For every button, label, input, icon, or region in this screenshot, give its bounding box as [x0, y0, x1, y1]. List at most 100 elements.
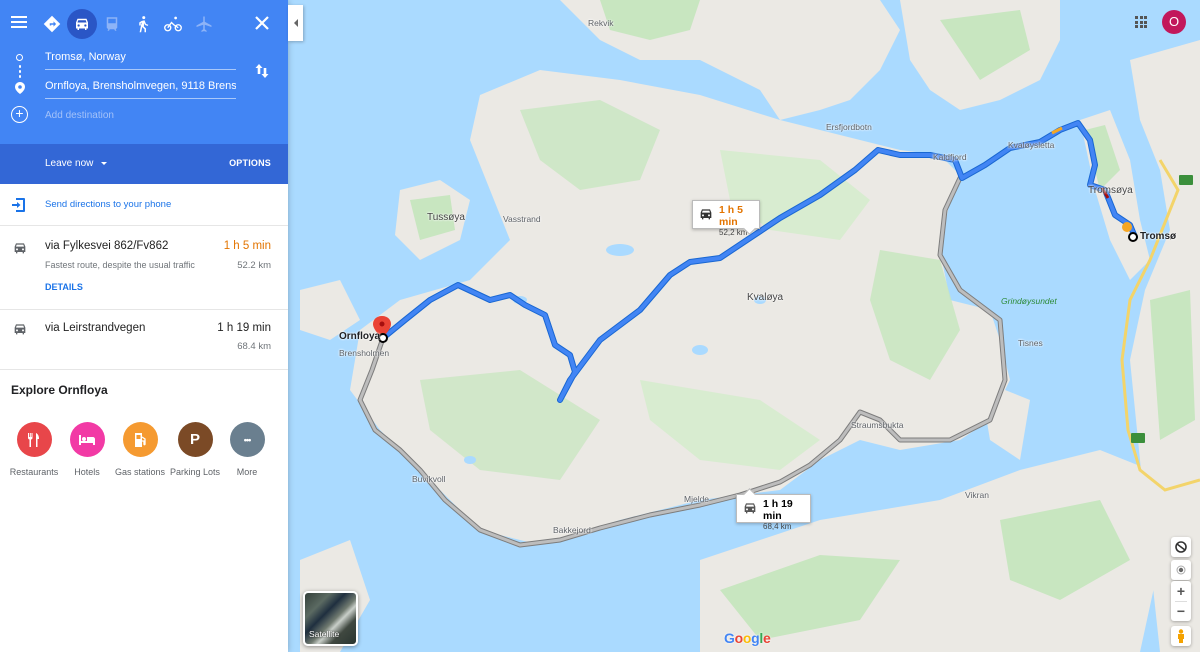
- travel-mode-selector: [0, 9, 288, 39]
- satellite-layer-toggle[interactable]: Satellite: [303, 591, 358, 646]
- route-details-button[interactable]: DETAILS: [45, 282, 83, 292]
- add-destination-button[interactable]: +: [11, 106, 28, 123]
- my-location-button[interactable]: [1171, 560, 1191, 580]
- route-duration: 1 h 5 min: [223, 240, 271, 252]
- destination-input[interactable]: Ornfloya, Brensholmvegen, 9118 Brensholm…: [45, 75, 236, 99]
- satellite-label: Satellite: [309, 629, 340, 639]
- explore-more[interactable]: ••• More: [217, 422, 277, 477]
- origin-input[interactable]: Tromsø, Norway: [45, 46, 236, 70]
- category-label: Parking Lots: [169, 467, 221, 477]
- close-directions-button[interactable]: [252, 13, 272, 33]
- mode-walking[interactable]: [128, 9, 158, 39]
- street-view-pegman-button[interactable]: [1171, 626, 1191, 646]
- mode-flights[interactable]: [189, 9, 219, 39]
- caret-left-icon: [293, 19, 298, 27]
- poi-star-marker[interactable]: [1122, 222, 1132, 232]
- map-label-vasstrand: Vasstrand: [503, 214, 541, 224]
- route-name: via Leirstrandvegen: [45, 322, 146, 334]
- category-label: Gas stations: [114, 467, 166, 477]
- bicycle-icon: [164, 16, 182, 32]
- directions-panel: Tromsø, Norway Ornfloya, Brensholmvegen,…: [0, 0, 288, 652]
- car-icon: [14, 324, 26, 335]
- explore-parking-lots[interactable]: P Parking Lots: [165, 422, 225, 477]
- map-label-ersfjordbotn: Ersfjordbotn: [826, 122, 872, 132]
- airplane-icon: [196, 16, 212, 32]
- category-label: Restaurants: [9, 467, 59, 477]
- tromso-endpoint-marker: [1128, 232, 1138, 242]
- mode-cycling[interactable]: [158, 9, 188, 39]
- map-label-buvikvoll: Buvikvoll: [412, 474, 446, 484]
- route-duration: 1 h 19 min: [217, 322, 271, 334]
- zoom-controls: + −: [1171, 581, 1191, 621]
- route-subtitle: Fastest route, despite the usual traffic: [45, 260, 195, 270]
- mode-best-route[interactable]: [37, 9, 67, 39]
- fork-knife-icon: [16, 422, 52, 457]
- destination-pin-icon: [15, 82, 25, 94]
- location-crosshair-icon: [1176, 565, 1186, 575]
- globe-view-button[interactable]: [1171, 537, 1191, 557]
- ornfloya-endpoint-marker: [378, 333, 388, 343]
- route-distance: 68.4 km: [237, 341, 271, 352]
- map-label-ornfloya: Ornfloya: [339, 331, 381, 342]
- origin-circle-icon: [16, 54, 23, 61]
- directions-header: Tromsø, Norway Ornfloya, Brensholmvegen,…: [0, 0, 288, 144]
- zoom-out-button[interactable]: −: [1171, 601, 1191, 621]
- car-icon: [76, 18, 88, 30]
- car-icon: [14, 243, 26, 254]
- explore-hotels[interactable]: Hotels: [57, 422, 117, 477]
- route-callout-alternate[interactable]: 1 h 19 min 68,4 km: [736, 494, 811, 531]
- leave-now-label: Leave now: [45, 158, 94, 169]
- close-icon: [255, 16, 269, 30]
- map-label-kaldfjord: Kaldfjord: [933, 152, 967, 162]
- map-label-bakkejord: Bakkejord: [553, 525, 591, 535]
- more-dots-icon: •••: [229, 422, 265, 457]
- mode-driving[interactable]: [67, 9, 97, 39]
- category-label: More: [236, 467, 258, 477]
- route-name: via Fylkesvei 862/Fv862: [45, 240, 169, 252]
- pegman-icon: [1178, 629, 1184, 643]
- map-label-kvaloya: Kvaløya: [747, 292, 784, 303]
- map-label-rekvik: Rekvik: [588, 18, 614, 28]
- map-label-tromsoya: Tromsøya: [1088, 185, 1133, 196]
- map-label-brensholmen: Brensholmen: [339, 348, 390, 358]
- add-destination-link[interactable]: Add destination: [45, 108, 114, 124]
- explore-restaurants[interactable]: Restaurants: [4, 422, 64, 477]
- explore-heading: Explore Ornfloya: [11, 383, 108, 397]
- swap-waypoints-button[interactable]: [254, 63, 270, 79]
- mode-transit[interactable]: [97, 9, 127, 39]
- collapse-panel-button[interactable]: [288, 5, 303, 41]
- caret-down-icon: [101, 161, 108, 165]
- options-button[interactable]: OPTIONS: [229, 158, 271, 168]
- map-label-tisnes: Tisnes: [1018, 338, 1043, 348]
- leave-now-dropdown[interactable]: Leave now: [45, 158, 108, 169]
- car-icon: [744, 503, 756, 514]
- callout-duration: 1 h 19 min: [763, 498, 793, 522]
- send-to-phone-label: Send directions to your phone: [45, 199, 172, 210]
- explore-gas-stations[interactable]: Gas stations: [110, 422, 170, 477]
- route-distance: 52.2 km: [237, 260, 271, 271]
- map-label-mjelde: Mjelde: [684, 494, 710, 504]
- train-icon: [106, 17, 118, 31]
- zoom-in-button[interactable]: +: [1171, 581, 1191, 601]
- gas-pump-icon: [122, 422, 158, 457]
- map-label-kvaloysletta: Kvaløysletta: [1008, 140, 1055, 150]
- parking-icon: P: [177, 422, 213, 457]
- departure-options-bar: Leave now OPTIONS: [0, 144, 288, 184]
- map-label-tussoya: Tussøya: [427, 212, 465, 223]
- google-maps-app: Rekvik Ersfjordbotn Kaldfjord Kvaløyslet…: [0, 0, 1200, 652]
- route-option-1[interactable]: via Fylkesvei 862/Fv862 1 h 5 min Fastes…: [0, 226, 288, 310]
- map-label-tromso: Tromsø: [1140, 231, 1177, 242]
- car-icon: [700, 209, 712, 220]
- swap-arrows-icon: [255, 64, 269, 78]
- send-to-phone-link[interactable]: Send directions to your phone: [0, 184, 288, 226]
- route-option-2[interactable]: via Leirstrandvegen 1 h 19 min 68.4 km: [0, 310, 288, 370]
- map-label-grindoysundet: Grindøysundet: [1001, 296, 1057, 306]
- callout-distance: 68,4 km: [763, 522, 792, 531]
- route-callout-fastest[interactable]: 1 h 5 min 52,2 km: [692, 200, 760, 237]
- globe-off-icon: [1175, 541, 1187, 553]
- account-avatar[interactable]: O: [1162, 10, 1186, 34]
- google-logo: Google: [724, 630, 771, 646]
- google-apps-button[interactable]: [1135, 16, 1147, 28]
- category-label: Hotels: [74, 467, 100, 477]
- callout-duration: 1 h 5 min: [719, 204, 743, 228]
